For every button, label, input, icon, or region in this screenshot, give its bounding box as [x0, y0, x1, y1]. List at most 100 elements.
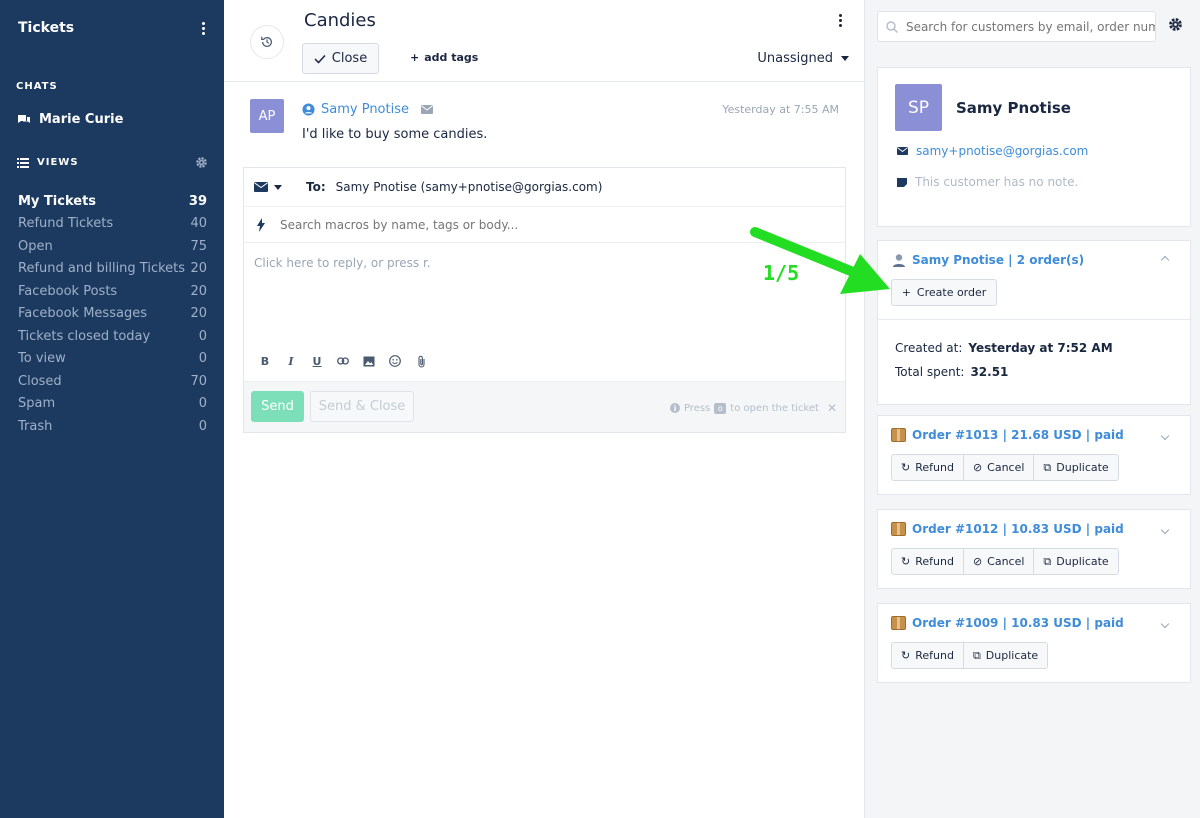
view-label: Facebook Messages [18, 306, 147, 322]
customer-search-input[interactable] [905, 19, 1155, 34]
sidebar: Tickets CHATS Marie Curie VIEWS My Ticke… [0, 0, 224, 818]
underline-icon[interactable]: U [310, 354, 324, 368]
chevron-down-icon[interactable] [1160, 525, 1170, 535]
view-count: 75 [190, 238, 207, 254]
view-label: Refund Tickets [18, 216, 114, 232]
view-item-my-tickets[interactable]: My Tickets 39 [0, 190, 224, 213]
add-tags-button[interactable]: + add tags [410, 51, 478, 64]
view-item-closed[interactable]: Closed 70 [0, 370, 224, 393]
refund-button[interactable]: ↻ Refund [892, 549, 964, 574]
reply-textarea[interactable]: Click here to reply, or press r. [254, 256, 431, 270]
package-icon [891, 428, 906, 442]
view-item-facebook-messages[interactable]: Facebook Messages 20 [0, 303, 224, 326]
view-label: Tickets closed today [18, 328, 151, 344]
created-at-value: Yesterday at 7:52 AM [968, 341, 1113, 355]
list-icon [17, 157, 29, 168]
message-author-name: Samy Pnotise [321, 102, 409, 117]
order-header[interactable]: Order #1013 | 21.68 USD | paid [891, 428, 1124, 442]
view-item-spam[interactable]: Spam 0 [0, 393, 224, 416]
view-item-open[interactable]: Open 75 [0, 235, 224, 258]
image-icon[interactable] [362, 354, 376, 368]
view-label: Spam [18, 396, 56, 412]
created-at-row: Created at: Yesterday at 7:52 AM [895, 341, 1113, 355]
view-item-closed-today[interactable]: Tickets closed today 0 [0, 325, 224, 348]
view-item-refund-tickets[interactable]: Refund Tickets 40 [0, 213, 224, 236]
customer-orders-header[interactable]: Samy Pnotise | 2 order(s) [892, 253, 1084, 267]
refund-button[interactable]: ↻ Refund [892, 643, 964, 668]
order-card-1013: Order #1013 | 21.68 USD | paid ↻ Refund ⊘… [877, 415, 1191, 495]
view-label: Closed [18, 373, 62, 389]
order-title: Order #1009 | 10.83 USD | paid [912, 616, 1124, 630]
order-header[interactable]: Order #1012 | 10.83 USD | paid [891, 522, 1124, 536]
check-icon [314, 54, 326, 64]
customer-search[interactable] [877, 11, 1156, 42]
customer-avatar: SP [895, 84, 942, 131]
chevron-down-icon[interactable] [1160, 431, 1170, 441]
copy-icon: ⧉ [1043, 554, 1052, 568]
message-author[interactable]: Samy Pnotise [302, 102, 433, 117]
customer-email[interactable]: samy+pnotise@gorgias.com [897, 144, 1088, 158]
view-item-facebook-posts[interactable]: Facebook Posts 20 [0, 280, 224, 303]
create-order-button[interactable]: + Create order [891, 279, 997, 306]
lightning-icon [257, 217, 265, 232]
history-button[interactable] [250, 25, 284, 59]
history-icon [261, 36, 272, 47]
send-and-close-button[interactable]: Send & Close [310, 391, 414, 422]
sidebar-header: Tickets [18, 18, 208, 38]
order-card-1009: Order #1009 | 10.83 USD | paid ↻ Refund ⧉… [877, 603, 1191, 683]
total-spent-row: Total spent: 32.51 [895, 365, 1008, 379]
emoji-icon[interactable] [388, 354, 402, 368]
hint-key: o [714, 402, 727, 414]
message-body: I'd like to buy some candies. [302, 127, 488, 142]
email-channel-icon [421, 105, 433, 114]
gear-icon[interactable] [195, 156, 208, 169]
duplicate-button[interactable]: ⧉ Duplicate [1034, 549, 1117, 574]
refresh-icon: ↻ [901, 555, 911, 568]
duplicate-button[interactable]: ⧉ Duplicate [1034, 455, 1117, 480]
bold-icon[interactable]: B [258, 354, 272, 368]
recipient-field[interactable]: Samy Pnotise (samy+pnotise@gorgias.com) [336, 180, 603, 194]
view-item-to-view[interactable]: To view 0 [0, 348, 224, 371]
chevron-down-icon[interactable] [1160, 619, 1170, 629]
package-icon [891, 522, 906, 536]
close-hint-icon[interactable]: ✕ [827, 401, 837, 415]
macro-search-input[interactable] [280, 217, 780, 232]
refund-label: Refund [915, 649, 954, 662]
refund-button[interactable]: ↻ Refund [892, 455, 964, 480]
view-label: To view [18, 351, 66, 367]
chat-item-marie-curie[interactable]: Marie Curie [17, 112, 123, 127]
channel-selector[interactable] [244, 182, 294, 192]
customer-email-text: samy+pnotise@gorgias.com [916, 144, 1089, 158]
close-ticket-button[interactable]: Close [302, 43, 379, 74]
link-icon[interactable] [336, 354, 350, 368]
plus-icon: + [410, 51, 420, 64]
refund-label: Refund [915, 461, 954, 474]
ticket-more-icon[interactable] [835, 14, 845, 27]
assignee-value: Unassigned [757, 51, 833, 66]
duplicate-button[interactable]: ⧉ Duplicate [964, 643, 1047, 668]
customer-note[interactable]: This customer has no note. [897, 175, 1078, 189]
chat-bubble-icon [18, 114, 30, 123]
order-header[interactable]: Order #1009 | 10.83 USD | paid [891, 616, 1124, 630]
view-label: Trash [18, 418, 53, 434]
italic-icon[interactable]: I [284, 354, 298, 368]
panel-settings-icon[interactable] [1168, 17, 1183, 32]
view-item-trash[interactable]: Trash 0 [0, 415, 224, 438]
send-button[interactable]: Send [251, 391, 304, 422]
cancel-button[interactable]: ⊘ Cancel [964, 455, 1035, 480]
user-icon [893, 254, 905, 267]
views-list: My Tickets 39 Refund Tickets 40 Open 75 Ref… [0, 190, 224, 438]
view-label: Open [18, 238, 53, 254]
chevron-up-icon[interactable] [1160, 255, 1170, 265]
sidebar-more-icon[interactable] [198, 21, 208, 35]
view-item-refund-and-billing[interactable]: Refund and billing Tickets 20 [0, 258, 224, 281]
chats-section-label: CHATS [16, 81, 58, 92]
annotation-arrow-icon [750, 227, 890, 294]
composer-footer: Send Send & Close Press o to open the ti… [244, 381, 845, 432]
cancel-button[interactable]: ⊘ Cancel [964, 549, 1035, 574]
note-icon [897, 177, 907, 187]
attachment-icon[interactable] [414, 354, 428, 368]
ticket-title: Candies [304, 10, 376, 31]
customer-note-text: This customer has no note. [915, 175, 1079, 189]
assignee-dropdown[interactable]: Unassigned [757, 51, 849, 66]
